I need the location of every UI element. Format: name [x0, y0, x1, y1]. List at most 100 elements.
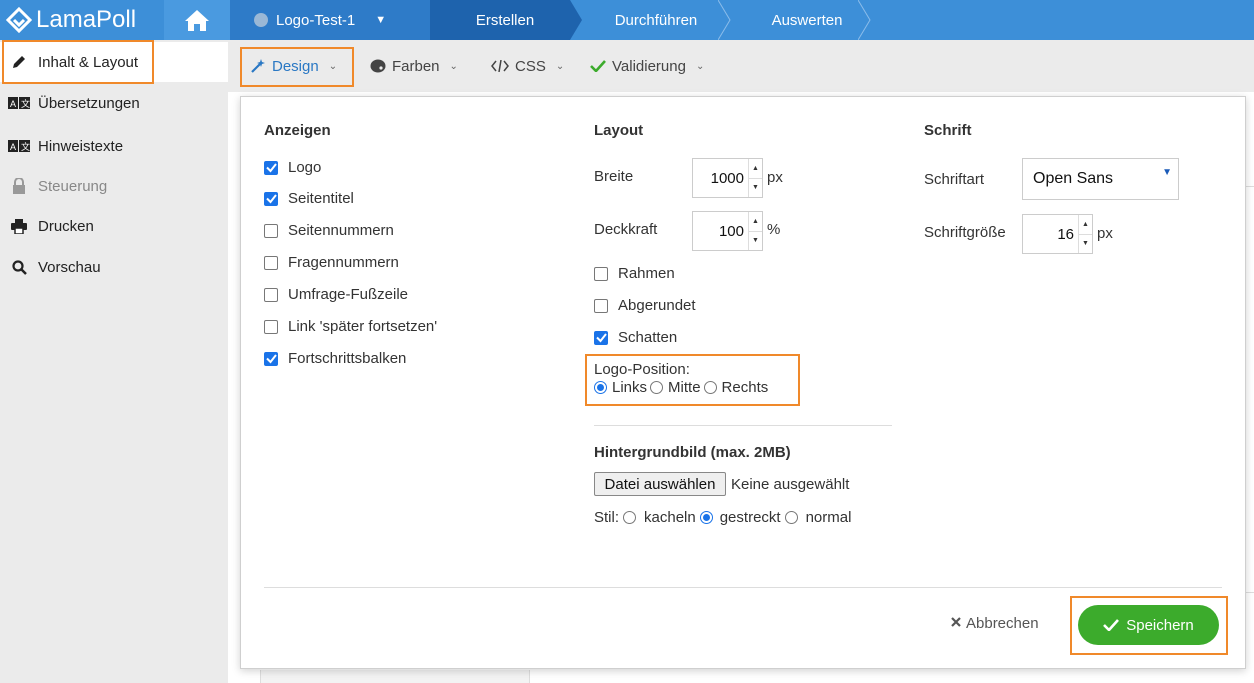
deckkraft-label: Deckkraft [594, 221, 658, 238]
schriftgroesse-input[interactable]: 16 ▲ ▼ [1022, 214, 1093, 254]
number-spinner[interactable]: ▲ ▼ [748, 212, 762, 250]
spin-up-icon[interactable]: ▲ [749, 159, 762, 179]
svg-text:A: A [10, 142, 16, 152]
checkbox-unchecked-icon[interactable] [594, 266, 608, 281]
svg-text:文: 文 [21, 141, 30, 152]
divider [594, 425, 892, 426]
sidebar-item-label: Steuerung [38, 177, 108, 195]
number-spinner[interactable]: ▲ ▼ [748, 159, 762, 197]
schriftart-select[interactable]: Open Sans ▼ [1022, 158, 1179, 200]
sidebar-item-vorschau[interactable]: Vorschau [0, 247, 228, 287]
checkbox-checked-icon[interactable] [594, 330, 608, 345]
background-element [260, 670, 530, 683]
app-logo[interactable]: LamaPoll [0, 0, 160, 40]
schriftgroesse-value: 16 [1057, 225, 1074, 243]
step-auswerten-label: Auswerten [771, 11, 843, 29]
deckkraft-unit: % [767, 221, 781, 238]
step-erstellen-label: Erstellen [475, 11, 535, 29]
checkbox-unchecked-icon[interactable] [264, 287, 278, 302]
file-status: Keine ausgewählt [731, 476, 850, 493]
number-spinner[interactable]: ▲ ▼ [1078, 215, 1092, 253]
radio-normal[interactable] [784, 511, 798, 524]
svg-text:A: A [10, 99, 16, 109]
tab-farben[interactable]: Farben ⌄ [370, 40, 458, 92]
cancel-button[interactable]: Abbrechen [950, 615, 1039, 632]
breite-unit: px [767, 169, 783, 186]
checkbox-unchecked-icon[interactable] [594, 298, 608, 313]
breite-value: 1000 [710, 169, 744, 187]
hintergrund-heading: Hintergrundbild (max. 2MB) [594, 444, 791, 461]
caret-down-icon: ▼ [375, 14, 387, 26]
checkbox-unchecked-icon[interactable] [264, 223, 278, 238]
schriftgroesse-label: Schriftgröße [924, 224, 1006, 241]
checkbox-fragennummern[interactable]: Fragennummern [264, 254, 399, 271]
checkbox-label: Umfrage-Fußzeile [288, 286, 409, 303]
checkbox-unchecked-icon[interactable] [264, 255, 278, 270]
file-choose-button[interactable]: Datei auswählen [594, 472, 726, 496]
chevron-separator-icon [858, 0, 871, 40]
checkbox-logo[interactable]: Logo [264, 159, 321, 176]
tab-farben-label: Farben [392, 57, 440, 75]
survey-name: Logo-Test-1 [276, 11, 356, 29]
code-icon [491, 60, 509, 72]
spin-down-icon[interactable]: ▼ [749, 232, 762, 251]
checkbox-label: Fortschrittsbalken [288, 350, 407, 367]
translate-icon: A文 [8, 140, 30, 152]
deckkraft-value: 100 [718, 222, 744, 240]
checkbox-checked-icon[interactable] [264, 160, 278, 175]
radio-kacheln[interactable] [623, 511, 637, 524]
printer-icon [8, 218, 30, 234]
anzeigen-heading: Anzeigen [264, 122, 331, 139]
checkbox-fortschrittsbalken[interactable]: Fortschrittsbalken [264, 350, 406, 367]
breadcrumb: Logo-Test-1 ▼ Erstellen Durchführen Ausw… [230, 0, 1254, 40]
checkbox-abgerundet[interactable]: Abgerundet [594, 297, 696, 314]
chevron-down-icon: ⌄ [695, 60, 705, 72]
step-erstellen[interactable]: Erstellen [430, 0, 570, 40]
sidebar-item-label: Hinweistexte [38, 137, 124, 155]
home-button[interactable] [164, 0, 230, 40]
svg-text:文: 文 [21, 98, 30, 109]
sidebar-item-steuerung[interactable]: Steuerung [0, 166, 228, 206]
spin-down-icon[interactable]: ▼ [749, 179, 762, 198]
sidebar-item-label: Übersetzungen [38, 94, 140, 112]
app-logo-text: LamaPoll [36, 6, 137, 33]
divider [264, 587, 1222, 588]
schriftgroesse-unit: px [1097, 225, 1113, 242]
checkbox-link-spaeter[interactable]: Link 'später fortsetzen' [264, 318, 437, 335]
radio-gestreckt[interactable] [699, 511, 713, 524]
spin-up-icon[interactable]: ▲ [1079, 215, 1092, 235]
checkbox-umfrage-fusszeile[interactable]: Umfrage-Fußzeile [264, 286, 408, 303]
spin-up-icon[interactable]: ▲ [749, 212, 762, 232]
cancel-label: Abbrechen [966, 615, 1039, 632]
checkbox-seitentitel[interactable]: Seitentitel [264, 190, 354, 207]
deckkraft-input[interactable]: 100 ▲ ▼ [692, 211, 763, 251]
survey-selector[interactable]: Logo-Test-1 ▼ [230, 0, 430, 40]
sidebar: Inhalt & Layout A文 Übersetzungen A文 Hinw… [0, 40, 228, 683]
step-auswerten[interactable]: Auswerten [730, 0, 870, 40]
radio-label-normal: normal [805, 509, 852, 526]
dropdown-arrow-icon: ▼ [1162, 167, 1172, 178]
checkbox-seitennummern[interactable]: Seitennummern [264, 222, 394, 239]
checkbox-rahmen[interactable]: Rahmen [594, 265, 675, 282]
step-durchfuehren[interactable]: Durchführen [570, 0, 730, 40]
layout-heading: Layout [594, 122, 644, 139]
checkmark-icon [590, 60, 606, 72]
checkbox-unchecked-icon[interactable] [264, 319, 278, 334]
chevron-down-icon: ⌄ [449, 60, 458, 72]
sidebar-item-uebersetzungen[interactable]: A文 Übersetzungen [0, 83, 228, 123]
globe-icon [254, 13, 268, 27]
breite-label: Breite [594, 168, 634, 185]
sidebar-item-hinweistexte[interactable]: A文 Hinweistexte [0, 126, 228, 166]
spin-down-icon[interactable]: ▼ [1079, 235, 1092, 254]
checkbox-checked-icon[interactable] [264, 351, 278, 366]
tab-validierung[interactable]: Validierung ⌄ [590, 40, 704, 92]
highlight-box [585, 354, 800, 406]
close-icon [950, 615, 962, 632]
checkbox-label: Seitentitel [288, 190, 354, 207]
checkbox-checked-icon[interactable] [264, 191, 278, 206]
sidebar-item-drucken[interactable]: Drucken [0, 206, 228, 246]
checkbox-label: Logo [288, 159, 322, 176]
breite-input[interactable]: 1000 ▲ ▼ [692, 158, 763, 198]
tab-css[interactable]: CSS ⌄ [491, 40, 564, 92]
checkbox-schatten[interactable]: Schatten [594, 329, 677, 346]
